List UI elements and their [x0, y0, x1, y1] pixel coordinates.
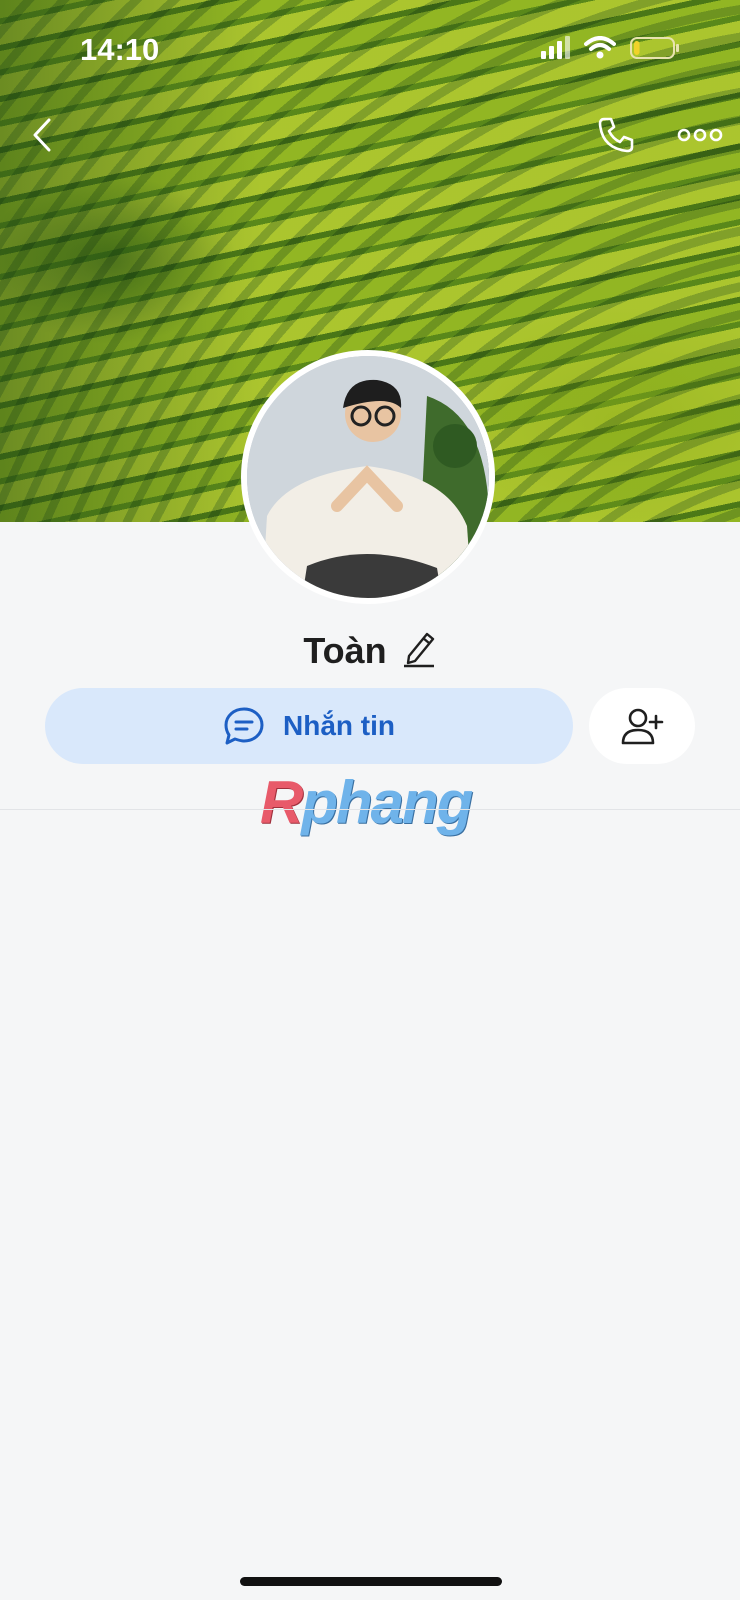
- phone-icon: [598, 117, 634, 153]
- watermark-first-letter: R: [260, 769, 303, 836]
- message-button-label: Nhắn tin: [283, 710, 395, 741]
- watermark-rest: phang: [301, 769, 473, 836]
- profile-name-row: Toàn: [0, 628, 740, 673]
- chevron-left-icon: [33, 118, 51, 152]
- section-divider: [0, 809, 740, 810]
- back-button[interactable]: [12, 105, 72, 165]
- call-button[interactable]: [586, 105, 646, 165]
- add-friend-button[interactable]: [589, 688, 695, 764]
- chat-bubble-icon: [224, 707, 264, 745]
- wifi-icon: [584, 36, 616, 59]
- add-user-icon: [621, 708, 664, 745]
- avatar-photo: [247, 356, 489, 598]
- watermark-logo: Rphang: [260, 768, 473, 837]
- avatar[interactable]: [241, 350, 495, 604]
- status-bar: 14:10: [0, 0, 740, 100]
- signal-icon: [541, 36, 570, 59]
- battery-icon: [630, 37, 679, 59]
- status-icons: [540, 36, 680, 60]
- edit-name-button[interactable]: [401, 628, 437, 673]
- home-indicator: [240, 1577, 502, 1586]
- avatar-illustration: [247, 356, 489, 598]
- pencil-icon: [403, 632, 434, 668]
- message-button[interactable]: Nhắn tin: [45, 688, 573, 764]
- status-time: 14:10: [80, 32, 160, 67]
- more-dots-icon: [677, 128, 723, 142]
- more-button[interactable]: [670, 105, 730, 165]
- profile-name: Toàn: [303, 629, 387, 671]
